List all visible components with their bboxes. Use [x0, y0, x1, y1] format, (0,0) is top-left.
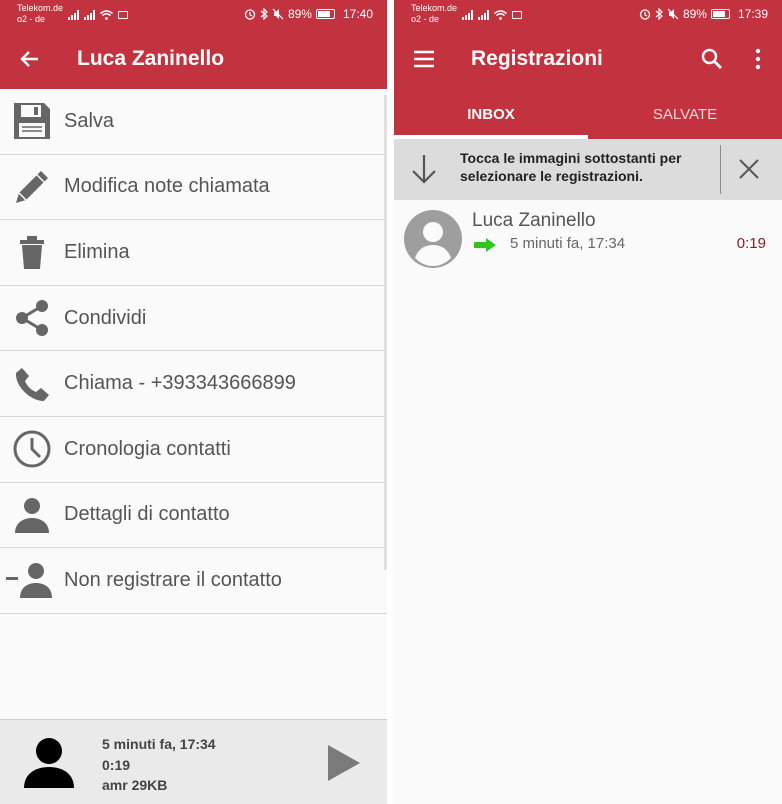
tab-saved[interactable]: SALVATE — [588, 89, 782, 139]
alarm-icon — [639, 9, 651, 20]
player-format: amr 29KB — [102, 777, 168, 793]
signal-icon — [84, 10, 95, 20]
status-right: 89% 17:40 — [244, 7, 373, 21]
carrier-name-1: Telekom.de — [17, 3, 64, 13]
share-icon — [10, 296, 54, 340]
mini-player[interactable]: 5 minuti fa, 17:34 0:19 amr 29KB — [0, 719, 387, 804]
carrier-info: Telekom.de o2 - de — [411, 3, 457, 25]
clock-time: 17:40 — [342, 7, 373, 21]
tab-inbox[interactable]: INBOX — [394, 89, 588, 139]
phone-icon — [10, 362, 54, 406]
page-title: Registrazioni — [471, 47, 603, 70]
app-bar: Registrazioni — [394, 29, 782, 89]
menu-label: Cronologia contatti — [64, 437, 231, 460]
player-time: 5 minuti fa, 17:34 — [102, 736, 216, 752]
mute-icon — [667, 8, 679, 20]
clock-time: 17:39 — [737, 7, 768, 21]
wifi-icon — [100, 10, 113, 20]
close-icon[interactable] — [738, 158, 760, 180]
signal-icons — [68, 9, 128, 20]
signal-icon — [68, 10, 79, 20]
recordings-screen: Telekom.de o2 - de 89% 17:39 Registrazio… — [394, 0, 782, 804]
recording-time: 5 minuti fa, 17:34 — [510, 235, 626, 252]
battery-percent: 89% — [287, 7, 312, 21]
menu-label: Salva — [64, 109, 115, 132]
battery-percent: 89% — [682, 7, 707, 21]
menu-item-share[interactable]: Condividi — [0, 286, 387, 352]
menu-label: Non registrare il contatto — [64, 568, 282, 591]
message-icon — [512, 11, 522, 19]
signal-icon — [478, 10, 489, 20]
back-arrow-icon[interactable] — [18, 47, 42, 71]
menu-item-edit-notes[interactable]: Modifica note chiamata — [0, 155, 387, 221]
signal-icon — [462, 10, 473, 20]
menu-item-delete[interactable]: Elimina — [0, 220, 387, 286]
message-icon — [118, 11, 128, 19]
menu-item-history[interactable]: Cronologia contatti — [0, 417, 387, 483]
contact-avatar-icon — [24, 738, 74, 788]
battery-icon — [315, 9, 335, 19]
outgoing-call-arrow-icon — [474, 238, 496, 252]
menu-label: Elimina — [64, 240, 130, 263]
menu-label: Dettagli di contatto — [64, 503, 230, 526]
save-icon — [10, 99, 54, 143]
wifi-icon — [494, 10, 507, 20]
carrier-name-2: o2 - de — [17, 14, 46, 24]
person-icon — [10, 493, 54, 537]
recording-list-item[interactable]: Luca Zaninello 5 minuti fa, 17:34 0:19 — [394, 210, 782, 272]
pencil-icon — [10, 165, 54, 209]
page-title: Luca Zaninello — [77, 47, 225, 70]
menu-item-call[interactable]: Chiama - +393343666899 — [0, 351, 387, 417]
player-info: 5 minuti fa, 17:34 0:19 amr 29KB — [102, 734, 216, 796]
more-options-icon[interactable] — [746, 47, 770, 71]
screen-divider — [387, 0, 394, 804]
carrier-info: Telekom.de o2 - de — [17, 3, 63, 25]
mute-icon — [272, 8, 284, 20]
trash-icon — [10, 230, 54, 274]
play-icon[interactable] — [326, 743, 362, 783]
menu-item-save[interactable]: Salva — [0, 89, 387, 155]
carrier-name-2: o2 - de — [411, 14, 440, 24]
bluetooth-icon — [655, 8, 663, 20]
person-remove-icon — [6, 558, 54, 602]
signal-icons — [462, 9, 522, 20]
menu-label: Modifica note chiamata — [64, 175, 270, 198]
hint-text: Tocca le immagini sottostanti per selezi… — [460, 150, 682, 184]
carrier-name-1: Telekom.de — [411, 3, 458, 13]
menu-label: Chiama - +393343666899 — [64, 372, 296, 395]
status-bar: Telekom.de o2 - de 89% 17:39 — [394, 0, 782, 29]
hamburger-menu-icon[interactable] — [412, 47, 436, 71]
hint-separator — [720, 145, 721, 194]
menu-label: Condividi — [64, 306, 147, 329]
battery-icon — [710, 9, 730, 19]
recording-contact-name: Luca Zaninello — [472, 210, 596, 231]
player-duration: 0:19 — [102, 756, 131, 773]
contact-actions-screen: Telekom.de o2 - de 89% 17:40 Luca Zanine… — [0, 0, 387, 804]
status-right: 89% 17:39 — [639, 7, 768, 21]
status-bar: Telekom.de o2 - de 89% 17:40 — [0, 0, 387, 29]
tab-bar: INBOX SALVATE — [394, 89, 782, 139]
selection-hint-banner: Tocca le immagini sottostanti per selezi… — [394, 139, 782, 200]
app-bar: Luca Zaninello — [0, 29, 387, 89]
recording-duration: 0:19 — [736, 235, 766, 252]
search-icon[interactable] — [700, 47, 724, 71]
clock-icon — [10, 427, 54, 471]
arrow-down-icon — [412, 155, 436, 184]
menu-item-contact-details[interactable]: Dettagli di contatto — [0, 483, 387, 549]
action-menu: Salva Modifica note chiamata Elimina Con… — [0, 89, 387, 614]
menu-item-do-not-record[interactable]: Non registrare il contatto — [0, 548, 387, 614]
contact-avatar-icon[interactable] — [404, 210, 462, 268]
alarm-icon — [244, 9, 256, 20]
bluetooth-icon — [260, 8, 268, 20]
